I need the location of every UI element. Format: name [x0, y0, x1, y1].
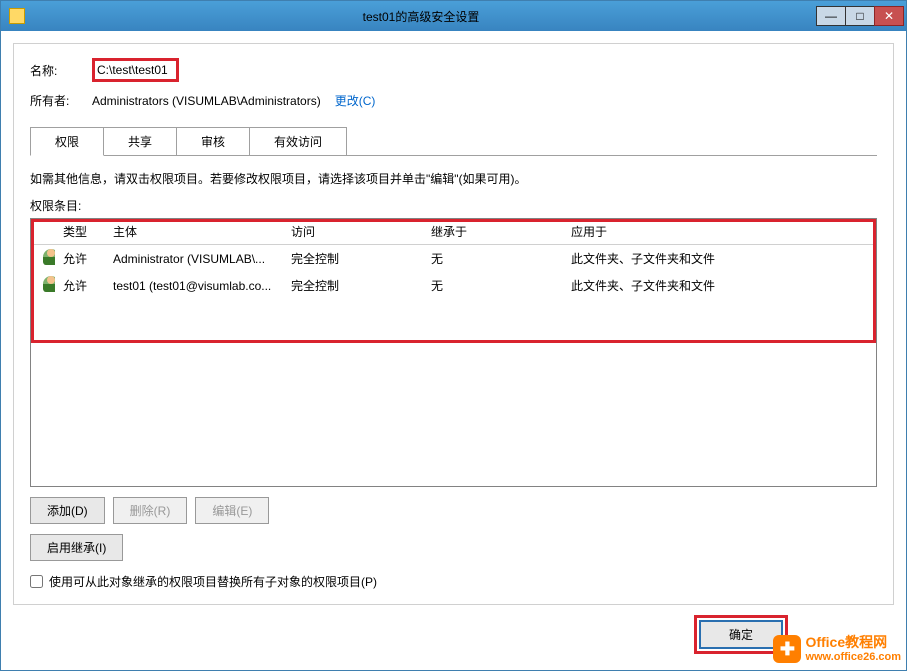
tab-share[interactable]: 共享	[103, 127, 177, 155]
minimize-button[interactable]: —	[816, 6, 846, 26]
name-row: 名称: C:\test\test01	[30, 58, 877, 82]
col-applies[interactable]: 应用于	[563, 219, 876, 244]
col-access[interactable]: 访问	[283, 219, 423, 244]
folder-icon	[9, 8, 25, 24]
row-principal: test01 (test01@visumlab.co...	[105, 277, 283, 295]
col-principal[interactable]: 主体	[105, 219, 283, 244]
user-icon	[43, 276, 55, 292]
name-label: 名称:	[30, 62, 92, 79]
action-buttons: 添加(D) 删除(R) 编辑(E)	[30, 497, 877, 524]
window-controls: — □ ✕	[817, 6, 904, 26]
name-value: C:\test\test01	[97, 63, 168, 77]
owner-row: 所有者: Administrators (VISUMLAB\Administra…	[30, 92, 877, 109]
content-area: 名称: C:\test\test01 所有者: Administrators (…	[1, 31, 906, 670]
col-inherited[interactable]: 继承于	[423, 219, 563, 244]
user-icon	[43, 249, 55, 265]
owner-label: 所有者:	[30, 92, 92, 109]
maximize-button[interactable]: □	[845, 6, 875, 26]
row-principal: Administrator (VISUMLAB\...	[105, 250, 283, 268]
row-access: 完全控制	[283, 275, 423, 296]
tab-strip: 权限 共享 审核 有效访问	[30, 127, 877, 156]
row-inherited: 无	[423, 275, 563, 296]
table-row[interactable]: 允许 test01 (test01@visumlab.co... 完全控制 无 …	[31, 272, 876, 299]
add-button[interactable]: 添加(D)	[30, 497, 105, 524]
window-title: test01的高级安全设置	[25, 8, 817, 25]
replace-checkbox[interactable]	[30, 575, 43, 588]
replace-checkbox-row: 使用可从此对象继承的权限项目替换所有子对象的权限项目(P)	[30, 573, 877, 590]
tab-effective-access[interactable]: 有效访问	[249, 127, 347, 155]
row-icon-cell	[31, 247, 55, 270]
row-applies: 此文件夹、子文件夹和文件	[563, 248, 876, 269]
row-type: 允许	[55, 248, 105, 269]
table-body: 允许 Administrator (VISUMLAB\... 完全控制 无 此文…	[31, 245, 876, 299]
row-type: 允许	[55, 275, 105, 296]
col-type[interactable]: 类型	[55, 219, 105, 244]
enable-inheritance-button[interactable]: 启用继承(I)	[30, 534, 123, 561]
instructions-text: 如需其他信息，请双击权限项目。若要修改权限项目，请选择该项目并单击"编辑"(如果…	[30, 170, 877, 187]
remove-button[interactable]: 删除(R)	[113, 497, 188, 524]
owner-value: Administrators (VISUMLAB\Administrators)	[92, 94, 321, 108]
inner-panel: 名称: C:\test\test01 所有者: Administrators (…	[13, 43, 894, 605]
row-access: 完全控制	[283, 248, 423, 269]
entries-label: 权限条目:	[30, 197, 877, 214]
titlebar: test01的高级安全设置 — □ ✕	[1, 1, 906, 31]
tab-permissions[interactable]: 权限	[30, 127, 104, 156]
permissions-table: 类型 主体 访问 继承于 应用于 允许 Administrator (VISUM…	[30, 218, 877, 487]
change-owner-link[interactable]: 更改(C)	[335, 92, 376, 109]
close-button[interactable]: ✕	[874, 6, 904, 26]
ok-button[interactable]: 确定	[699, 620, 783, 649]
name-value-highlight: C:\test\test01	[92, 58, 179, 82]
tab-auditing[interactable]: 审核	[176, 127, 250, 155]
row-icon-cell	[31, 274, 55, 297]
footer-buttons: 确定 取消	[13, 605, 894, 658]
inherit-row: 启用继承(I)	[30, 534, 877, 561]
col-icon	[31, 219, 55, 244]
row-inherited: 无	[423, 248, 563, 269]
table-row[interactable]: 允许 Administrator (VISUMLAB\... 完全控制 无 此文…	[31, 245, 876, 272]
edit-button[interactable]: 编辑(E)	[195, 497, 269, 524]
ok-highlight: 确定	[694, 615, 788, 654]
advanced-security-window: test01的高级安全设置 — □ ✕ 名称: C:\test\test01 所…	[0, 0, 907, 671]
replace-checkbox-label[interactable]: 使用可从此对象继承的权限项目替换所有子对象的权限项目(P)	[49, 573, 377, 590]
row-applies: 此文件夹、子文件夹和文件	[563, 275, 876, 296]
table-header: 类型 主体 访问 继承于 应用于	[31, 219, 876, 245]
